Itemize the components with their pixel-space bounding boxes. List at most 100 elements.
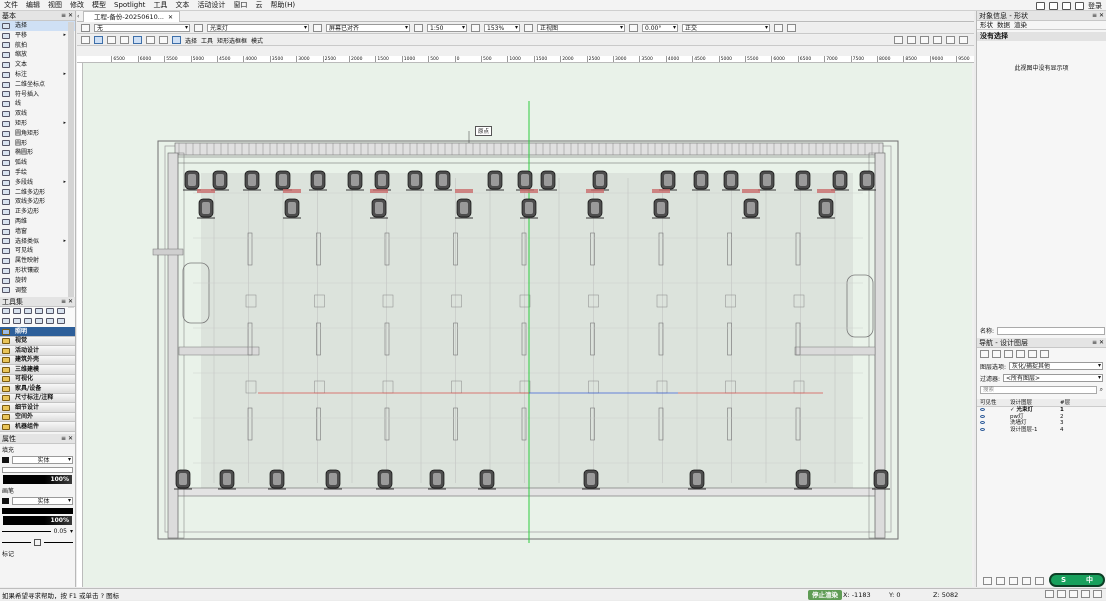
pen-style-dropdown[interactable]: 实体	[12, 497, 73, 506]
label-tool-icon[interactable]	[46, 308, 54, 315]
pen-color-swatch[interactable]	[2, 498, 9, 505]
stop-render-button[interactable]: 停止渲染	[808, 590, 842, 600]
mode-rect-marquee-icon[interactable]	[120, 36, 129, 44]
toolset-item[interactable]: 细节设计	[0, 403, 75, 413]
tab-render[interactable]: 渲染	[1014, 21, 1027, 29]
close-icon[interactable]: ✕	[168, 14, 173, 21]
tool-item[interactable]: 选择类似 ▸	[0, 237, 75, 247]
menu-event-design[interactable]: 活动设计	[193, 0, 229, 11]
tool-item[interactable]: 弧线	[0, 158, 75, 168]
basic-scrollbar[interactable]	[68, 22, 74, 308]
tool-item[interactable]: 旋转	[0, 276, 75, 286]
mode-polygon-icon[interactable]	[159, 36, 168, 44]
fill-opacity-bar[interactable]: 100%	[3, 474, 72, 484]
video-tool-icon[interactable]	[35, 317, 43, 324]
document-tab[interactable]: 工程-备份-20250610... ✕	[83, 11, 181, 22]
object-info-menu-icon[interactable]: ≡ ✕	[1092, 11, 1104, 21]
line-style-preview[interactable]	[2, 541, 31, 543]
tool-item[interactable]: 正多边形	[0, 207, 75, 217]
symbols-icon[interactable]	[1040, 350, 1049, 358]
curtain-tool-icon[interactable]	[46, 317, 54, 324]
menu-window[interactable]: 窗口	[229, 0, 251, 11]
position-tool-icon[interactable]	[57, 317, 65, 324]
truss-tool-icon[interactable]	[24, 308, 32, 315]
pause-icon[interactable]	[1081, 590, 1090, 598]
header-layer-name[interactable]: 设计图层	[1010, 399, 1060, 406]
name-field[interactable]	[997, 326, 1105, 335]
class-dropdown[interactable]: 无	[94, 24, 190, 32]
layer-settings-icon[interactable]	[1035, 577, 1044, 585]
marker-style-preview[interactable]	[44, 541, 73, 543]
mode-off-icon[interactable]	[81, 36, 90, 44]
fill-preview[interactable]	[2, 466, 73, 473]
tool-flyout-arrow-icon[interactable]: ▸	[63, 237, 66, 247]
tool-item[interactable]: 二维多边形	[0, 188, 75, 198]
tool-item[interactable]: 双线	[0, 109, 75, 119]
layer-visibility-cell[interactable]	[977, 427, 1010, 434]
lighting-tool-icon[interactable]	[2, 308, 10, 315]
login-link[interactable]: 登录	[1088, 1, 1102, 11]
tool-item[interactable]: 圆形	[0, 139, 75, 149]
view-icon[interactable]	[524, 24, 533, 32]
zoom-in-icon[interactable]	[1057, 590, 1066, 598]
marker-icon[interactable]	[34, 538, 41, 546]
speaker-tool-icon[interactable]	[13, 317, 21, 324]
tool-item[interactable]: 可见线	[0, 246, 75, 256]
tool-item[interactable]: 平移 ▸	[0, 31, 75, 41]
references-icon[interactable]	[1028, 350, 1037, 358]
navigation-menu-icon[interactable]: ≡ ✕	[1092, 338, 1104, 348]
mode-select-icon[interactable]	[94, 36, 103, 44]
scale-icon[interactable]	[414, 24, 423, 32]
angle-field[interactable]: 0.00°	[642, 24, 678, 32]
mail-icon[interactable]	[1062, 1, 1071, 10]
focus-tool-icon[interactable]	[35, 308, 43, 315]
zoom-dropdown[interactable]: 153%	[484, 24, 520, 32]
layer-options-dropdown[interactable]: 灰化/捕捉其他	[1009, 362, 1103, 370]
line-weight-value[interactable]: 0.05	[54, 528, 67, 535]
layer-dropdown[interactable]: 光束灯	[207, 24, 309, 32]
tool-flyout-arrow-icon[interactable]: ▸	[63, 31, 66, 41]
tool-item[interactable]: 矩形 ▸	[0, 119, 75, 129]
tab-data[interactable]: 数据	[997, 21, 1010, 29]
mode-rect-icon[interactable]	[133, 36, 142, 44]
layer-row[interactable]: 设计图层-1 4	[977, 427, 1106, 434]
layer-icon[interactable]	[194, 24, 203, 32]
eye-icon[interactable]	[980, 414, 985, 418]
menu-spotlight[interactable]: Spotlight	[110, 0, 149, 11]
fill-color-swatch[interactable]	[2, 457, 9, 464]
tool-item[interactable]: 调整	[0, 286, 75, 296]
pen-preview[interactable]	[2, 507, 73, 514]
settings-icon[interactable]	[907, 36, 916, 44]
tool-item[interactable]: 椭圆形	[0, 148, 75, 158]
duplicate-layer-icon[interactable]	[996, 577, 1005, 585]
home-icon[interactable]	[1036, 1, 1045, 10]
menu-tools[interactable]: 工具	[149, 0, 171, 11]
projection-dropdown[interactable]: 正交	[682, 24, 770, 32]
search-input[interactable]: 搜索	[980, 386, 1097, 394]
rotate-icon[interactable]	[629, 24, 638, 32]
tool-item[interactable]: 标注 ▸	[0, 70, 75, 80]
menu-edit[interactable]: 编辑	[22, 0, 44, 11]
tool-item[interactable]: 属性映射	[0, 256, 75, 266]
snap-icon[interactable]	[894, 36, 903, 44]
pipe-tool-icon[interactable]	[57, 308, 65, 315]
views-icon[interactable]	[1016, 350, 1025, 358]
tool-item[interactable]: 航拍	[0, 41, 75, 51]
edit-layer-icon[interactable]	[1009, 577, 1018, 585]
tab-shape[interactable]: 形状	[980, 21, 993, 29]
layers-icon[interactable]	[980, 350, 989, 358]
toolset-item[interactable]: 照明	[0, 327, 75, 337]
drawing-canvas[interactable]: 原点	[83, 63, 972, 587]
filter-dropdown[interactable]: <所有图层>	[1003, 374, 1103, 382]
render-mode-icon[interactable]	[774, 24, 783, 32]
menu-file[interactable]: 文件	[0, 0, 22, 11]
menu-text[interactable]: 文本	[171, 0, 193, 11]
gear-icon[interactable]	[920, 36, 929, 44]
tool-item[interactable]: 符号插入	[0, 90, 75, 100]
zoom-icon[interactable]	[471, 24, 480, 32]
tool-item[interactable]: 缩放	[0, 50, 75, 60]
tool-item[interactable]: 二维坐标点	[0, 80, 75, 90]
tool-item[interactable]: 双线多边形	[0, 197, 75, 207]
toolset-item[interactable]: 机器组件	[0, 422, 75, 432]
saved-view-icon[interactable]	[787, 24, 796, 32]
